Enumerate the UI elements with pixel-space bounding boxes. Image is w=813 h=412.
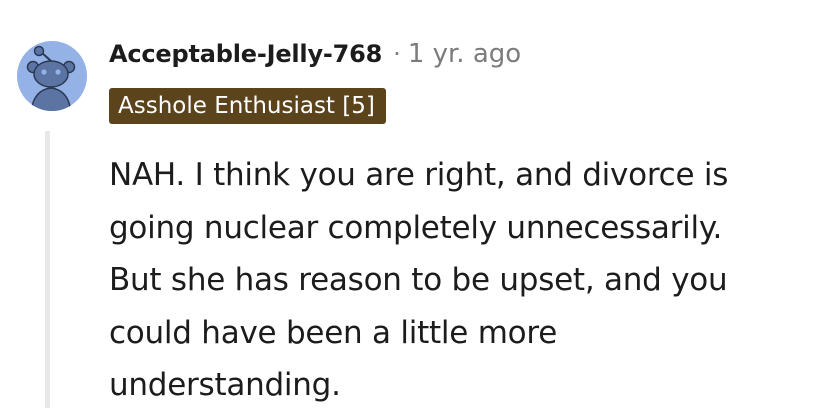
comment-line: understanding. (109, 367, 341, 403)
comment-timestamp[interactable]: 1 yr. ago (408, 39, 521, 69)
comment-line: But she has reason to be upset, and you (109, 262, 728, 298)
thread-collapse-line[interactable] (45, 131, 50, 408)
comment-line: going nuclear completely unnecessarily. (109, 209, 723, 246)
meta-separator: · (393, 40, 401, 68)
comment-meta: Acceptable-Jelly-768 · 1 yr. ago (109, 34, 521, 74)
user-avatar[interactable] (17, 41, 87, 111)
comment-line: NAH. I think you are right, and divorce … (109, 157, 729, 193)
comment-line: could have been a little more (109, 314, 558, 351)
reddit-snoo-icon (26, 45, 76, 111)
comment-body: NAH. I think you are right, and divorce … (109, 149, 809, 412)
user-flair: Asshole Enthusiast [5] (109, 88, 386, 124)
author-username[interactable]: Acceptable-Jelly-768 (109, 40, 382, 68)
